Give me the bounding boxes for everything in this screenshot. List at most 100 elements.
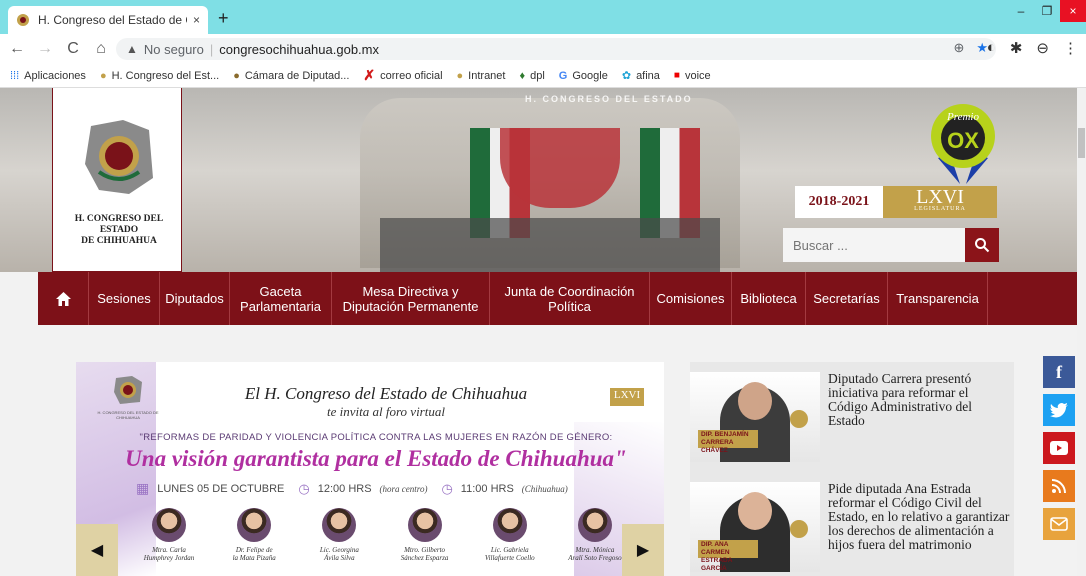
- slider-time-2-note: (Chihuahua): [521, 483, 568, 494]
- bookmark-google[interactable]: G Google: [559, 70, 608, 82]
- speaker-photo: [577, 508, 612, 542]
- bookmark-label: H. Congreso del Est...: [111, 69, 220, 82]
- news-thumb-tag: DIP. BENJAMÍN CARRERA CHÁVEZ: [698, 430, 758, 454]
- bookmark-label: Google: [572, 69, 608, 82]
- web-page: H. CONGRESO DEL ESTADO H. CONGRESO DEL E…: [0, 88, 1086, 576]
- bookmark-intranet[interactable]: ● Intranet: [457, 70, 506, 82]
- bookmark-camara[interactable]: ● Cámara de Diputad...: [233, 70, 349, 82]
- menu-dots-icon[interactable]: ⋮: [1063, 39, 1078, 57]
- nav-secretarias[interactable]: Secretarías: [806, 272, 888, 325]
- speaker: Dr. Felipe de la Mata Pizaña: [217, 508, 291, 562]
- rss-icon[interactable]: [1043, 470, 1075, 502]
- legislature-roman: LXVI: [916, 186, 964, 208]
- extension-icon[interactable]: ◐: [987, 39, 996, 57]
- premio-ox-badge-icon[interactable]: Premio OX: [928, 98, 998, 184]
- facebook-icon[interactable]: f: [1043, 356, 1075, 388]
- nav-home[interactable]: [38, 272, 88, 325]
- address-bar[interactable]: ▲ No seguro | congresochihuahua.gob.mx ⊕…: [116, 38, 996, 60]
- bookmark-congreso[interactable]: ● H. Congreso del Est...: [100, 70, 219, 82]
- address-separator: |: [209, 41, 214, 57]
- speaker: Mtra. Mónica Aralí Soto Fregoso: [558, 508, 632, 562]
- slider-date-row: ▦ LUNES 05 DE OCTUBRE ◷ 12:00 HRS (hora …: [136, 480, 656, 497]
- nav-gaceta-parlamentaria[interactable]: Gaceta Parlamentaria: [230, 272, 332, 325]
- news-item[interactable]: DIP. ANA CARMEN ESTRADA GARCÍA Pide diput…: [690, 472, 1014, 576]
- bookmark-apps[interactable]: ⁞⁞⁞ Aplicaciones: [10, 70, 86, 82]
- slider-org: H. CONGRESO DEL ESTADO DE CHIHUAHUA: [97, 410, 159, 420]
- legislature-word: LEGISLATURA: [914, 206, 966, 212]
- forward-button[interactable]: →: [34, 40, 56, 58]
- afina-icon: ✿: [621, 70, 632, 82]
- nav-junta-coordinacion[interactable]: Junta de Coordinación Política: [490, 272, 650, 325]
- warning-icon[interactable]: ▲: [126, 42, 138, 56]
- slider-time-2: 11:00 HRS: [460, 482, 514, 495]
- scrollbar-thumb[interactable]: [1078, 128, 1085, 158]
- seal-icon: [790, 520, 808, 538]
- bookmarks-bar: ⁞⁞⁞ Aplicaciones ● H. Congreso del Est... …: [0, 64, 1086, 88]
- nav-transparencia[interactable]: Transparencia: [888, 272, 988, 325]
- news-headline[interactable]: Pide diputada Ana Estrada reformar el Có…: [828, 482, 1010, 552]
- calendar-icon: ▦: [136, 480, 150, 496]
- nav-mesa-directiva[interactable]: Mesa Directiva y Diputación Permanente: [332, 272, 490, 325]
- bookmark-dpl[interactable]: ♦ dpl: [519, 70, 544, 82]
- speaker-list: Mtra. Carla Humphrey Jordan Dr. Felipe de…: [132, 508, 632, 562]
- close-window-button[interactable]: ×: [1060, 0, 1086, 22]
- bookmark-afina[interactable]: ✿ afina: [621, 69, 660, 83]
- speaker-name: Mtra. Carla Humphrey Jordan: [143, 546, 195, 562]
- search-input[interactable]: [783, 228, 965, 262]
- slider-badge: LXVI: [610, 388, 644, 406]
- news-item[interactable]: DIP. BENJAMÍN CARRERA CHÁVEZ Diputado Car…: [690, 362, 1014, 472]
- main-nav: Sesiones Diputados Gaceta Parlamentaria …: [38, 272, 1086, 325]
- minimize-button[interactable]: –: [1008, 0, 1034, 22]
- nav-biblioteca[interactable]: Biblioteca: [732, 272, 806, 325]
- news-thumb-tag: DIP. ANA CARMEN ESTRADA GARCÍA: [698, 540, 758, 572]
- zoom-icon[interactable]: ⊕: [953, 40, 964, 56]
- profile-avatar-icon[interactable]: ⊖: [1036, 39, 1049, 57]
- tab-strip: H. Congreso del Estado de Chihu × + – ❐ …: [0, 0, 1086, 34]
- logo-name: H. CONGRESO DEL ESTADO DE CHIHUAHUA: [57, 214, 181, 247]
- slider-prev-button[interactable]: ◀: [76, 524, 118, 576]
- bookmark-label: dpl: [530, 69, 545, 82]
- url-text[interactable]: congresochihuahua.gob.mx: [219, 42, 379, 57]
- nav-sesiones[interactable]: Sesiones: [88, 272, 160, 325]
- home-button[interactable]: ⌂: [90, 40, 112, 58]
- bookmark-label: afina: [636, 69, 660, 82]
- speaker-photo: [237, 508, 272, 542]
- news-thumbnail[interactable]: DIP. BENJAMÍN CARRERA CHÁVEZ: [690, 372, 820, 462]
- slider-next-button[interactable]: ▶: [622, 524, 664, 576]
- page-scrollbar[interactable]: [1077, 88, 1086, 576]
- home-icon: [55, 291, 71, 306]
- browser-tab[interactable]: H. Congreso del Estado de Chihu ×: [8, 6, 208, 34]
- reload-button[interactable]: C: [62, 40, 84, 58]
- site-logo[interactable]: H. CONGRESO DEL ESTADO DE CHIHUAHUA: [52, 88, 182, 272]
- bookmark-voice[interactable]: ■ voice: [674, 70, 711, 82]
- search-button[interactable]: [965, 228, 999, 262]
- nav-diputados[interactable]: Diputados: [160, 272, 230, 325]
- speaker-name: Mtro. Gilberto Sánchez Esparza: [400, 546, 449, 562]
- chevron-left-icon: ◀: [90, 542, 104, 559]
- chihuahua-map-seal-icon: [85, 120, 153, 194]
- slider-topic: "REFORMAS DE PARIDAD Y VIOLENCIA POLÍTIC…: [139, 432, 613, 443]
- slider-time-1-note: (hora centro): [379, 483, 428, 494]
- google-icon: G: [558, 69, 568, 82]
- slider-time-1: 12:00 HRS: [317, 482, 372, 495]
- bookmark-label: Cámara de Diputad...: [244, 69, 350, 82]
- youtube-icon[interactable]: [1043, 432, 1075, 464]
- nav-comisiones[interactable]: Comisiones: [650, 272, 732, 325]
- twitter-icon[interactable]: [1043, 394, 1075, 426]
- security-label[interactable]: No seguro: [144, 42, 204, 57]
- back-button[interactable]: ←: [6, 40, 28, 58]
- restore-button[interactable]: ❐: [1034, 0, 1060, 22]
- email-icon[interactable]: [1043, 508, 1075, 540]
- tab-close-icon[interactable]: ×: [193, 13, 200, 27]
- legislature-years: 2018-2021: [795, 186, 883, 218]
- bookmark-correo[interactable]: ✗ correo oficial: [363, 67, 442, 84]
- person-head: [738, 492, 772, 530]
- news-thumbnail[interactable]: DIP. ANA CARMEN ESTRADA GARCÍA: [690, 482, 820, 572]
- new-tab-button[interactable]: +: [218, 8, 229, 29]
- speaker-photo: [152, 508, 186, 542]
- featured-slider[interactable]: H. CONGRESO DEL ESTADO DE CHIHUAHUA El H…: [76, 362, 664, 576]
- news-headline[interactable]: Diputado Carrera presentó iniciativa par…: [828, 372, 1010, 428]
- puzzle-extensions-icon[interactable]: ✱: [1010, 39, 1023, 57]
- logo-line-2: DE CHIHUAHUA: [81, 236, 157, 246]
- extensions-area: ◐ ✱ ⊖ ⋮: [987, 39, 1078, 57]
